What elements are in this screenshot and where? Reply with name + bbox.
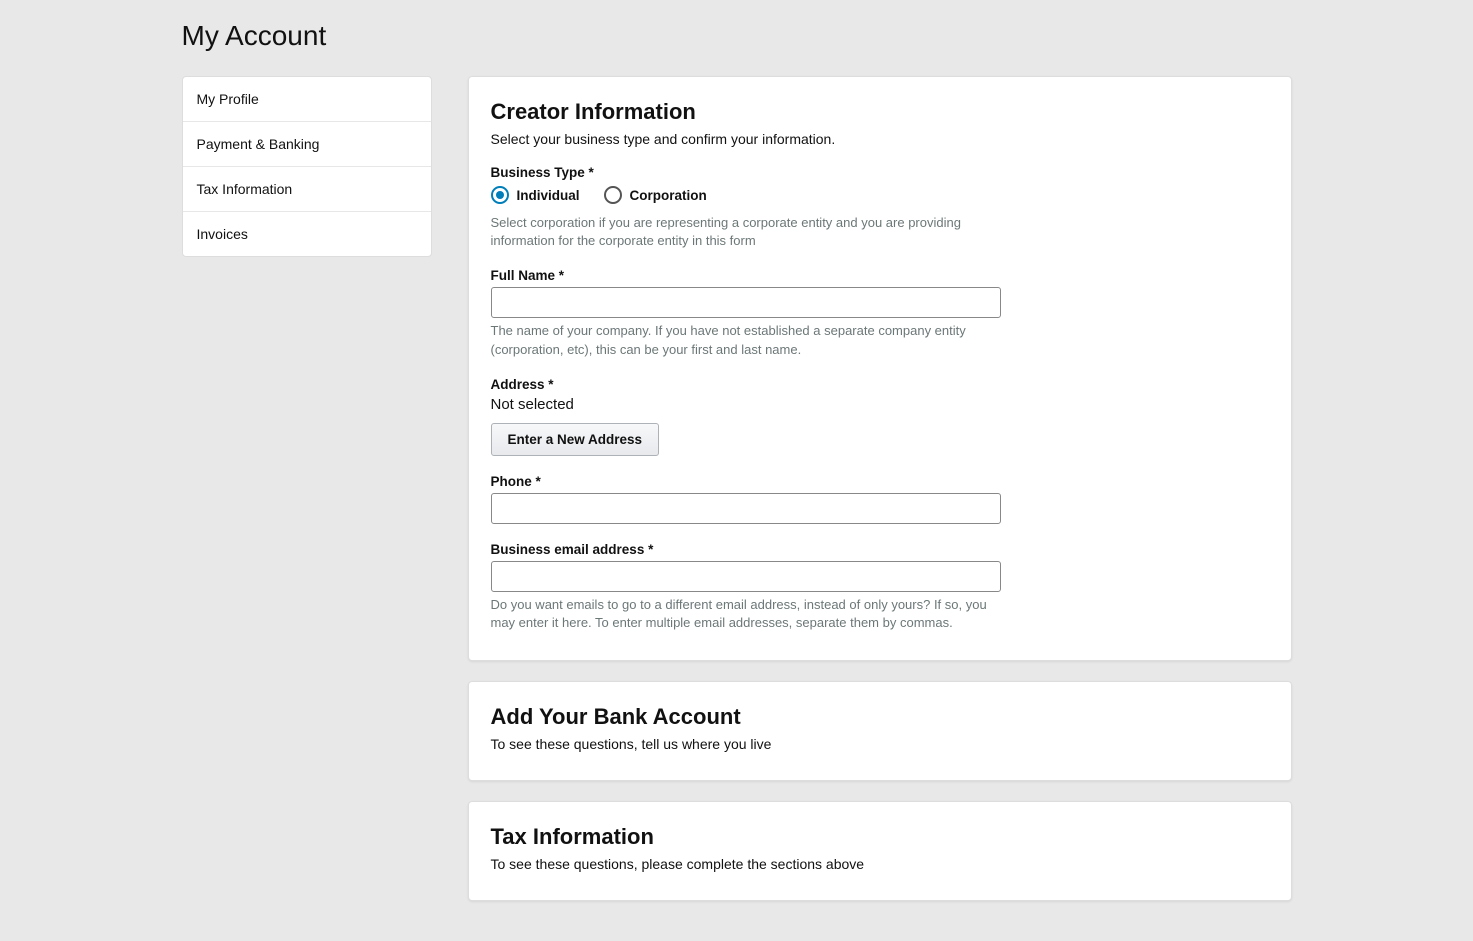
full-name-label: Full Name *	[491, 268, 1001, 283]
card-subtitle: To see these questions, tell us where yo…	[491, 736, 1269, 752]
address-label: Address *	[491, 377, 1001, 392]
sidebar-item-label: Payment & Banking	[197, 136, 320, 152]
business-type-label: Business Type *	[491, 165, 1001, 180]
radio-individual[interactable]: Individual	[491, 186, 580, 204]
email-label: Business email address *	[491, 542, 1001, 557]
bank-account-card: Add Your Bank Account To see these quest…	[468, 681, 1292, 781]
card-subtitle: Select your business type and confirm yo…	[491, 131, 1269, 147]
sidebar-item-invoices[interactable]: Invoices	[183, 212, 431, 256]
radio-corporation[interactable]: Corporation	[604, 186, 707, 204]
sidebar-item-tax-information[interactable]: Tax Information	[183, 167, 431, 212]
card-subtitle: To see these questions, please complete …	[491, 856, 1269, 872]
sidebar-item-label: Invoices	[197, 226, 248, 242]
card-title: Tax Information	[491, 824, 1269, 850]
sidebar-item-my-profile[interactable]: My Profile	[183, 77, 431, 122]
card-title: Add Your Bank Account	[491, 704, 1269, 730]
phone-input[interactable]	[491, 493, 1001, 524]
page-title: My Account	[182, 20, 1292, 52]
radio-selected-icon	[491, 186, 509, 204]
tax-information-card: Tax Information To see these questions, …	[468, 801, 1292, 901]
full-name-input[interactable]	[491, 287, 1001, 318]
card-title: Creator Information	[491, 99, 1269, 125]
main-content: Creator Information Select your business…	[468, 76, 1292, 921]
email-helper: Do you want emails to go to a different …	[491, 596, 1001, 632]
creator-information-card: Creator Information Select your business…	[468, 76, 1292, 661]
sidebar-item-label: Tax Information	[197, 181, 293, 197]
phone-label: Phone *	[491, 474, 1001, 489]
address-value: Not selected	[491, 396, 1001, 413]
full-name-helper: The name of your company. If you have no…	[491, 322, 1001, 358]
sidebar: My Profile Payment & Banking Tax Informa…	[182, 76, 432, 257]
enter-new-address-button[interactable]: Enter a New Address	[491, 423, 660, 456]
sidebar-item-payment-banking[interactable]: Payment & Banking	[183, 122, 431, 167]
sidebar-item-label: My Profile	[197, 91, 259, 107]
business-type-helper: Select corporation if you are representi…	[491, 214, 1001, 250]
radio-unselected-icon	[604, 186, 622, 204]
button-label: Enter a New Address	[508, 432, 643, 447]
email-input[interactable]	[491, 561, 1001, 592]
radio-label: Individual	[517, 188, 580, 203]
radio-label: Corporation	[630, 188, 707, 203]
